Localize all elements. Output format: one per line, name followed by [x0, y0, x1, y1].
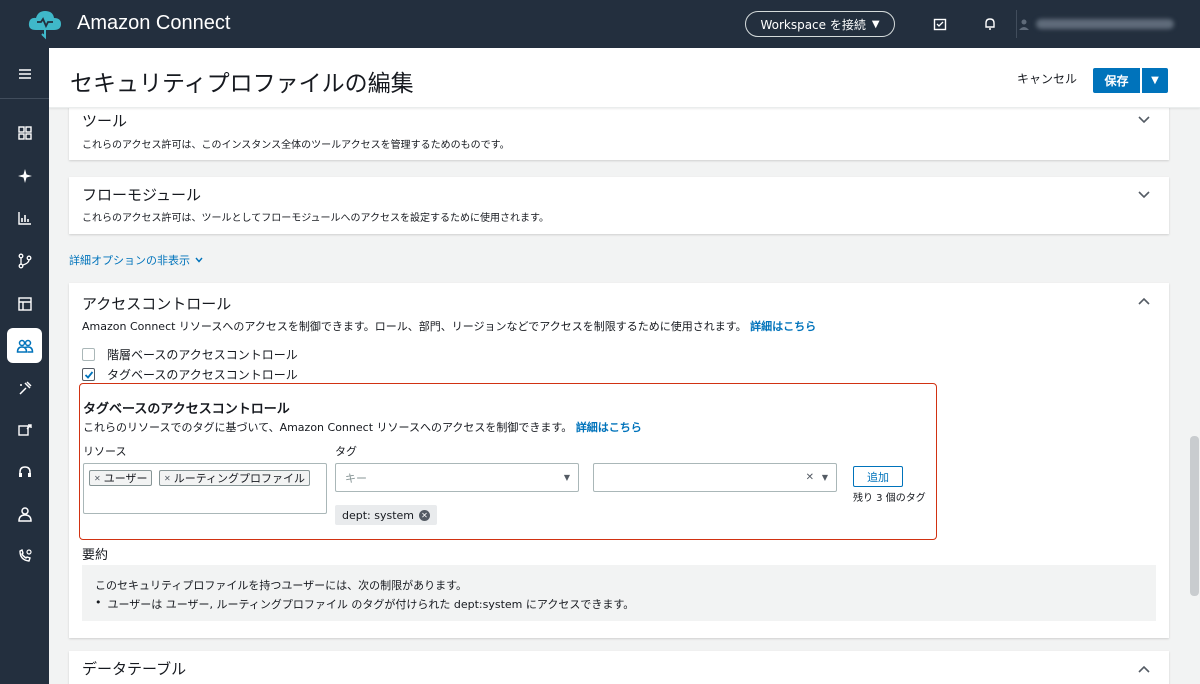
integrations-icon[interactable] — [7, 412, 42, 447]
access-control-title: アクセスコントロール — [82, 295, 232, 313]
agent-tools-icon[interactable] — [7, 370, 42, 405]
menu-icon[interactable] — [7, 56, 42, 91]
users-icon[interactable] — [7, 328, 42, 363]
chevron-down-icon[interactable] — [1137, 187, 1151, 201]
profile-icon[interactable] — [7, 496, 42, 531]
headset-icon[interactable] — [7, 454, 42, 489]
tag-access-control-option[interactable]: タグベースのアクセスコントロール — [82, 366, 298, 383]
phone-settings-icon[interactable] — [7, 538, 42, 573]
redacted-username — [1036, 19, 1174, 29]
tag-based-access-control-box: タグベースのアクセスコントロール これらのリソースでのタグに基づいて、Amazo… — [79, 383, 937, 540]
add-tag-button[interactable]: 追加 — [853, 466, 903, 487]
main-content: ツール これらのアクセス許可は、このインスタンス全体のツールアクセスを管理するた… — [49, 108, 1189, 684]
resource-token-label: ユーザー — [103, 472, 148, 485]
chevron-down-icon[interactable] — [1137, 112, 1151, 126]
summary-bullet-text: ユーザーは ユーザー, ルーティングプロファイル のタグが付けられた dept:… — [107, 598, 635, 611]
tag-based-description: これらのリソースでのタグに基づいて、Amazon Connect リソースへのア… — [83, 419, 642, 435]
hierarchy-checkbox[interactable] — [82, 348, 95, 361]
access-control-desc-text: Amazon Connect リソースへのアクセスを制御できます。ロール、部門、… — [82, 320, 747, 333]
save-dropdown-button[interactable]: ▼ — [1142, 68, 1168, 93]
flow-modules-description: これらのアクセス許可は、ツールとしてフローモジュールへのアクセスを設定するために… — [82, 213, 549, 224]
tools-panel: ツール これらのアクセス許可は、このインスタンス全体のツールアクセスを管理するた… — [69, 108, 1169, 160]
resource-multiselect[interactable]: ✕ ユーザー ✕ ルーティングプロファイル — [83, 463, 327, 514]
routing-icon[interactable] — [7, 243, 42, 278]
summary-title: 要約 — [82, 548, 109, 563]
data-tables-panel: データテーブル — [69, 651, 1169, 684]
connect-workspace-button[interactable]: Workspace を接続 ▼ — [745, 11, 895, 37]
tools-description: これらのアクセス許可は、このインスタンス全体のツールアクセスを管理するためのもの… — [82, 140, 510, 151]
user-icon — [1019, 19, 1029, 30]
remove-tag-icon[interactable]: ✕ — [419, 509, 431, 521]
page-header: セキュリティプロファイルの編集 キャンセル 保存 ▼ — [49, 48, 1200, 108]
scrollbar-thumb[interactable] — [1190, 436, 1199, 596]
summary-box: このセキュリティプロファイルを持つユーザーには、次の制限があります。 • ユーザ… — [82, 565, 1156, 621]
flow-modules-panel: フローモジュール これらのアクセス許可は、ツールとしてフローモジュールへのアクセ… — [69, 177, 1169, 234]
divider — [0, 98, 49, 99]
workspace-button-label: Workspace を接続 — [760, 17, 866, 32]
amazon-connect-logo-icon[interactable] — [26, 8, 64, 40]
resource-label: リソース — [83, 445, 127, 458]
hierarchy-access-control-option[interactable]: 階層ベースのアクセスコントロール — [82, 346, 298, 363]
flow-modules-title: フローモジュール — [82, 186, 201, 204]
divider — [1016, 10, 1017, 38]
resource-token[interactable]: ✕ ルーティングプロファイル — [159, 470, 311, 486]
side-navigation — [0, 48, 49, 684]
scrollbar-track[interactable] — [1189, 108, 1200, 684]
caret-down-icon: ▼ — [563, 473, 570, 482]
caret-down-icon: ▼ — [821, 473, 828, 482]
chevron-down-icon — [195, 257, 203, 263]
user-menu[interactable] — [1018, 14, 1188, 34]
tools-title: ツール — [82, 112, 128, 130]
top-navigation-bar: Amazon Connect Workspace を接続 ▼ — [0, 0, 1200, 48]
caret-down-icon: ▼ — [1151, 75, 1159, 86]
analytics-icon[interactable] — [7, 200, 42, 235]
tag-key-placeholder: キー — [345, 471, 367, 485]
access-control-description: Amazon Connect リソースへのアクセスを制御できます。ロール、部門、… — [82, 318, 816, 334]
advanced-options-label: 詳細オプションの非表示 — [69, 254, 190, 267]
tag-checkbox-label: タグベースのアクセスコントロール — [107, 368, 298, 382]
checkmark-icon — [84, 370, 93, 379]
bell-icon[interactable] — [980, 14, 1000, 34]
access-control-panel: アクセスコントロール Amazon Connect リソースへのアクセスを制御で… — [69, 283, 1169, 638]
learn-more-link[interactable]: 詳細はこちら — [750, 320, 816, 333]
save-button[interactable]: 保存 — [1093, 68, 1140, 93]
summary-bullet: • ユーザーは ユーザー, ルーティングプロファイル のタグが付けられた dep… — [95, 596, 634, 612]
chevron-up-icon[interactable] — [1137, 295, 1151, 309]
bullet-icon: • — [95, 596, 102, 609]
dashboard-icon[interactable] — [7, 115, 42, 150]
remaining-tags-text: 残り 3 個のタグ — [853, 493, 926, 504]
calendar-icon[interactable] — [930, 14, 950, 34]
chevron-up-icon[interactable] — [1137, 663, 1151, 677]
hide-advanced-options-link[interactable]: 詳細オプションの非表示 — [69, 252, 204, 268]
summary-line: このセキュリティプロファイルを持つユーザーには、次の制限があります。 — [95, 579, 468, 592]
cancel-button[interactable]: キャンセル — [1017, 70, 1077, 87]
sparkle-icon[interactable] — [7, 158, 42, 193]
tag-based-title: タグベースのアクセスコントロール — [83, 402, 290, 417]
caret-down-icon: ▼ — [871, 18, 880, 30]
tag-chip-label: dept: system — [342, 508, 415, 522]
clear-icon[interactable]: ✕ — [806, 472, 814, 483]
data-tables-title: データテーブル — [82, 660, 187, 678]
learn-more-link[interactable]: 詳細はこちら — [576, 421, 642, 434]
remove-token-icon[interactable]: ✕ — [164, 474, 171, 483]
channels-icon[interactable] — [7, 286, 42, 321]
tag-checkbox[interactable] — [82, 368, 95, 381]
resource-token[interactable]: ✕ ユーザー — [89, 470, 153, 486]
resource-token-label: ルーティングプロファイル — [173, 472, 306, 485]
page-title: セキュリティプロファイルの編集 — [70, 71, 414, 97]
tag-label: タグ — [335, 445, 357, 458]
tag-value-select[interactable]: ✕ ▼ — [593, 463, 837, 492]
hierarchy-checkbox-label: 階層ベースのアクセスコントロール — [107, 348, 298, 362]
app-title: Amazon Connect — [77, 12, 231, 34]
tag-based-desc-text: これらのリソースでのタグに基づいて、Amazon Connect リソースへのア… — [83, 421, 573, 434]
remove-token-icon[interactable]: ✕ — [94, 474, 101, 483]
tag-key-select[interactable]: キー ▼ — [335, 463, 579, 492]
tag-chip: dept: system ✕ — [335, 505, 438, 525]
